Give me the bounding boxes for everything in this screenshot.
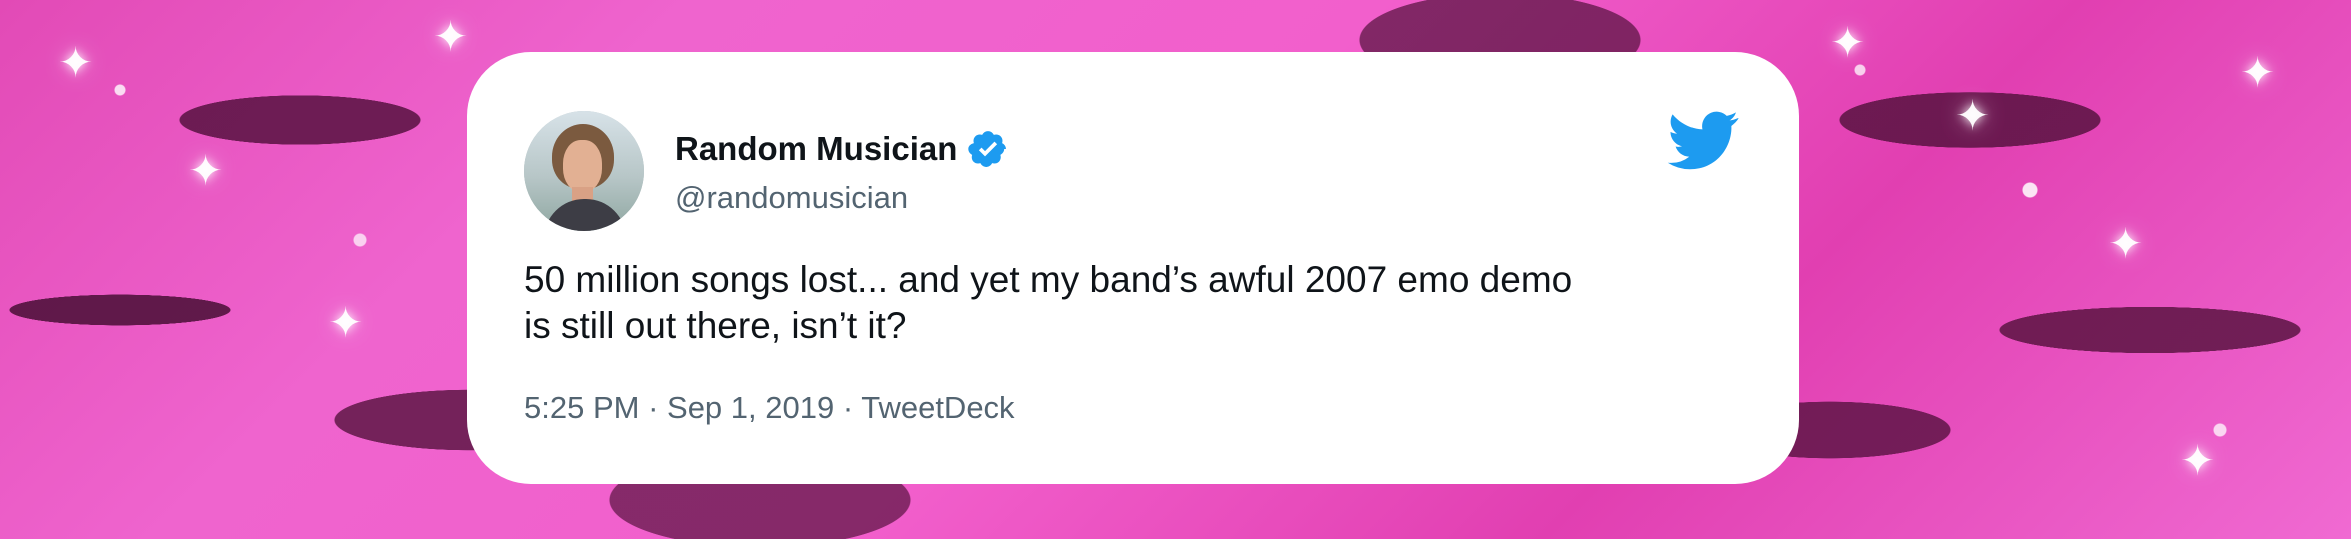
tweet-metadata: 5:25 PM · Sep 1, 2019 · TweetDeck	[524, 390, 1015, 426]
tweet-card: Random Musician @randomusician 50 millio…	[467, 52, 1799, 484]
tweet-time[interactable]: 5:25 PM	[524, 390, 639, 425]
author-handle[interactable]: @randomusician	[675, 180, 908, 216]
author-name-row: Random Musician	[675, 128, 1009, 170]
tweet-date[interactable]: Sep 1, 2019	[667, 390, 834, 425]
sparkle-icon: ✦	[2108, 220, 2144, 267]
metadata-separator: ·	[639, 390, 668, 425]
tweet-text-line: is still out there, isn’t it?	[524, 305, 907, 346]
twitter-bird-icon[interactable]	[1667, 110, 1739, 172]
sparkle-icon: ✦	[2240, 49, 2276, 96]
avatar-face	[563, 140, 602, 192]
metadata-separator: ·	[834, 390, 862, 425]
sparkle-icon: ✦	[1955, 92, 1991, 139]
tweet-text: 50 million songs lost... and yet my band…	[524, 257, 1754, 349]
sparkle-icon: ✦	[433, 13, 469, 60]
author-name[interactable]: Random Musician	[675, 130, 957, 168]
avatar[interactable]	[524, 111, 644, 231]
sparkle-icon: ✦	[1830, 19, 1866, 66]
tweet-source[interactable]: TweetDeck	[861, 390, 1014, 425]
tweet-text-line: 50 million songs lost... and yet my band…	[524, 259, 1573, 300]
sparkle-icon: ✦	[58, 39, 94, 86]
sparkle-icon: ✦	[328, 299, 364, 346]
sparkle-icon: ✦	[2180, 437, 2216, 484]
sparkle-icon: ✦	[188, 147, 224, 194]
verified-badge-icon	[967, 128, 1009, 170]
page: { "tweet": { "name": "Random Musician", …	[0, 0, 2351, 539]
